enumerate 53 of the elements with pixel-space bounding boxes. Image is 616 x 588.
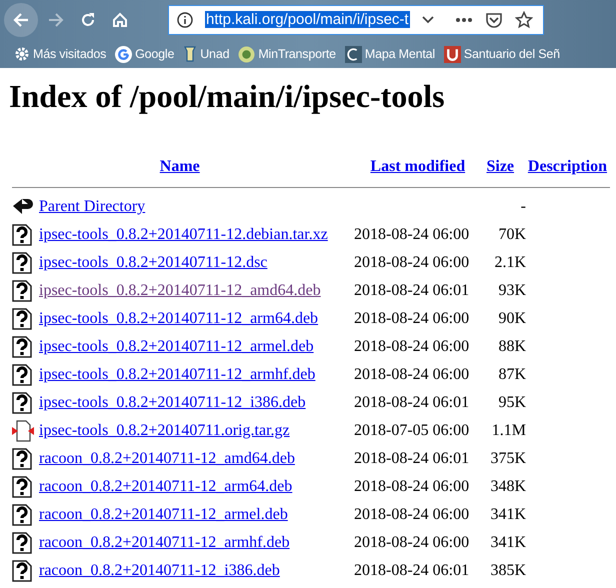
modified-date: 2018-08-24 06:00 xyxy=(354,534,470,551)
file-link[interactable]: racoon_0.8.2+20140711-12_amd64.deb xyxy=(39,450,295,467)
column-header-link[interactable]: Name xyxy=(160,154,200,179)
file-link[interactable]: racoon_0.8.2+20140711-12_armel.deb xyxy=(39,506,288,523)
modified-date: 2018-08-24 06:00 xyxy=(354,366,470,383)
url-text: http.kali.org/pool/main/i/ipsec-t xyxy=(205,11,410,28)
file-link[interactable]: ipsec-tools_0.8.2+20140711-12.debian.tar.xz xyxy=(39,226,328,243)
file-size: 385K xyxy=(490,562,526,579)
page-title: Index of /pool/main/i/ipsec-tools xyxy=(9,78,446,115)
modified-date: 2018-08-24 06:00 xyxy=(354,226,470,243)
column-header-link[interactable]: Last modified xyxy=(370,154,466,179)
bookmark-link[interactable]: Unad xyxy=(200,44,230,64)
file-size: - xyxy=(520,198,526,215)
file-size: 70K xyxy=(498,226,526,243)
column-header-link[interactable]: Description xyxy=(528,154,608,179)
file-link[interactable]: ipsec-tools_0.8.2+20140711.orig.tar.gz xyxy=(39,422,290,439)
bookmark-link[interactable]: Google xyxy=(135,44,174,64)
modified-date: 2018-08-24 06:01 xyxy=(354,282,470,299)
file-link[interactable]: racoon_0.8.2+20140711-12_armhf.deb xyxy=(39,534,290,551)
file-size: 88K xyxy=(498,338,526,355)
address-bar[interactable]: http.kali.org/pool/main/i/ipsec-t xyxy=(168,5,544,35)
file-size: 375K xyxy=(490,450,526,467)
file-link[interactable]: racoon_0.8.2+20140711-12_arm64.deb xyxy=(39,478,292,495)
file-size: 87K xyxy=(498,366,526,383)
modified-date: 2018-07-05 06:00 xyxy=(354,422,470,439)
modified-date: 2018-08-24 06:00 xyxy=(354,254,470,271)
file-size: 2.1K xyxy=(494,254,526,271)
bookmark-link[interactable]: Mapa Mental xyxy=(364,44,435,64)
modified-date: 2018-08-24 06:01 xyxy=(354,394,470,411)
file-link[interactable]: ipsec-tools_0.8.2+20140711-12_arm64.deb xyxy=(39,310,318,327)
bookmark-link[interactable]: Santuario del Señ xyxy=(464,44,560,64)
file-link[interactable]: ipsec-tools_0.8.2+20140711-12_amd64.deb xyxy=(39,282,321,299)
file-size: 1.1M xyxy=(492,422,526,439)
modified-date: 2018-08-24 06:01 xyxy=(354,562,470,579)
file-size: 95K xyxy=(498,394,526,411)
modified-date: 2018-08-24 06:00 xyxy=(354,478,470,495)
file-size: 348K xyxy=(490,478,526,495)
modified-date: 2018-08-24 06:01 xyxy=(354,450,470,467)
modified-date: 2018-08-24 06:00 xyxy=(354,310,470,327)
file-size: 90K xyxy=(498,310,526,327)
file-link[interactable]: racoon_0.8.2+20140711-12_i386.deb xyxy=(39,562,280,579)
bookmark-link[interactable]: Más visitados xyxy=(33,44,106,64)
modified-date: 2018-08-24 06:00 xyxy=(354,506,470,523)
file-size: 93K xyxy=(498,282,526,299)
file-link[interactable]: ipsec-tools_0.8.2+20140711-12_armel.deb xyxy=(39,338,314,355)
file-size: 341K xyxy=(490,534,526,551)
file-link[interactable]: Parent Directory xyxy=(39,198,146,215)
file-link[interactable]: ipsec-tools_0.8.2+20140711-12.dsc xyxy=(39,254,268,271)
file-link[interactable]: ipsec-tools_0.8.2+20140711-12_i386.deb xyxy=(39,394,306,411)
file-link[interactable]: ipsec-tools_0.8.2+20140711-12_armhf.deb xyxy=(39,366,316,383)
column-header-link[interactable]: Size xyxy=(486,154,514,179)
file-size: 341K xyxy=(490,506,526,523)
modified-date: 2018-08-24 06:00 xyxy=(354,338,470,355)
